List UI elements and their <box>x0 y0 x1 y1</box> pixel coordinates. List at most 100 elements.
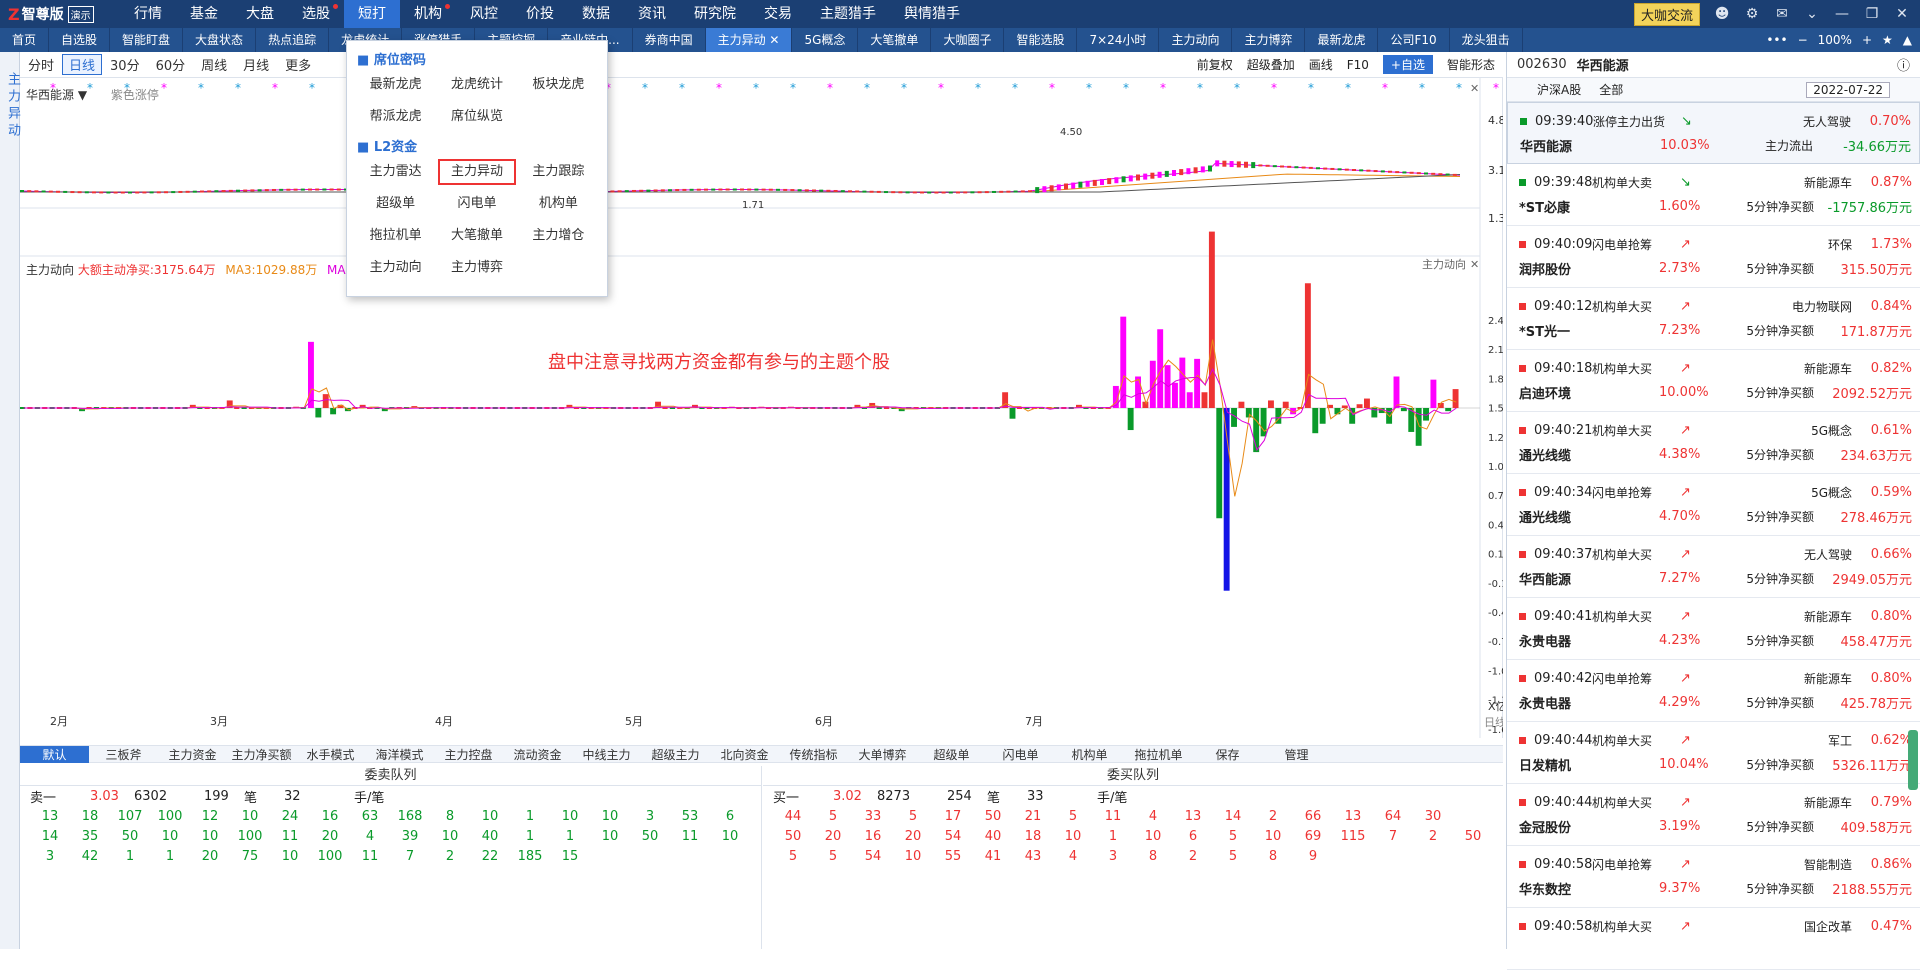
tab-13[interactable]: 大咖圈子 <box>931 28 1005 52</box>
indicator-tab-10[interactable]: 北向资金 <box>710 746 779 763</box>
popup-item-items2-3[interactable]: 超级单 <box>357 191 434 217</box>
popup-item-items1-0[interactable]: 最新龙虎 <box>357 72 434 98</box>
period-2[interactable]: 30分 <box>102 55 148 74</box>
alert-item[interactable]: 09:39:40 涨停主力出货 ↘ 无人驾驶 0.70% 华西能源 10.03% 主力流出 -3… <box>1507 102 1920 164</box>
date-picker[interactable]: 2022-07-22 <box>1806 81 1890 98</box>
exchange-button[interactable]: 大咖交流 <box>1633 2 1700 26</box>
tab-9[interactable]: 券商中国 <box>633 28 706 52</box>
popup-item-items2-9[interactable]: 主力动向 <box>357 255 434 281</box>
tab-0[interactable]: 首页 <box>0 28 50 52</box>
alert-item[interactable]: 09:40:18 机构单大买 ↗ 新能源车 0.82% 启迪环境 10.00% 5分钟净买额 2… <box>1507 350 1920 412</box>
alert-item[interactable]: 09:40:21 机构单大买 ↗ 5G概念 0.61% 通光线缆 4.38% 5分钟净买额 23… <box>1507 412 1920 474</box>
alert-item[interactable]: 09:40:44 机构单大买 ↗ 新能源车 0.79% 金冠股份 3.19% 5分钟净买额 40… <box>1507 784 1920 846</box>
alert-item[interactable]: 09:40:34 闪电单抢筹 ↗ 5G概念 0.59% 通光线缆 4.70% 5分钟净买额 27… <box>1507 474 1920 536</box>
alert-item[interactable]: 09:39:48 机构单大卖 ↘ 新能源车 0.87% *ST必康 1.60% 5分钟净买额 -… <box>1507 164 1920 226</box>
tab-4[interactable]: 热点追踪 <box>256 28 330 52</box>
popup-item-items2-7[interactable]: 大笔撤单 <box>438 223 515 249</box>
indicator-tab-8[interactable]: 中线主力 <box>572 746 641 763</box>
tab-3[interactable]: 大盘状态 <box>183 28 257 52</box>
popup-item-items1-4[interactable]: 席位纵览 <box>438 104 515 130</box>
indicator-tab-6[interactable]: 主力控盘 <box>434 746 503 763</box>
tab-15[interactable]: 7×24小时 <box>1077 28 1160 52</box>
popup-item-items2-8[interactable]: 主力增仓 <box>520 223 597 249</box>
menu-item-2[interactable]: 大盘 <box>232 0 288 28</box>
tab-19[interactable]: 公司F10 <box>1378 28 1450 52</box>
popup-item-items2-2[interactable]: 主力跟踪 <box>520 159 597 185</box>
close-icon[interactable]: ✕ <box>1894 6 1910 22</box>
indicator-tab-2[interactable]: 主力资金 <box>158 746 227 763</box>
indicator-tab-13[interactable]: 超级单 <box>917 746 986 763</box>
tab-10[interactable]: 主力异动 ✕ <box>705 28 793 52</box>
indicator-tab-15[interactable]: 机构单 <box>1055 746 1124 763</box>
tab-20[interactable]: 龙头狙击 <box>1450 28 1523 52</box>
menu-item-12[interactable]: 主题猎手 <box>806 0 890 28</box>
popup-item-items2-5[interactable]: 机构单 <box>520 191 597 217</box>
popup-item-items2-0[interactable]: 主力雷达 <box>357 159 434 185</box>
period-1[interactable]: 日线 <box>62 54 103 75</box>
zoom-in-icon[interactable]: + <box>1862 33 1872 47</box>
collapse-icon[interactable]: ⌄ <box>1804 6 1820 22</box>
indicator-tab-7[interactable]: 流动资金 <box>503 746 572 763</box>
alert-item[interactable]: 09:40:42 闪电单抢筹 ↗ 新能源车 0.80% 永贵电器 4.29% 5分钟净买额 42… <box>1507 660 1920 722</box>
alert-item[interactable]: 09:40:58 机构单大买 ↗ 国企改革 0.47% <box>1507 908 1920 970</box>
menu-item-1[interactable]: 基金 <box>176 0 232 28</box>
settings-icon[interactable]: ⚙ <box>1744 6 1760 22</box>
favorite-icon[interactable]: ★ <box>1882 33 1893 47</box>
menu-item-4[interactable]: 短打 <box>344 0 400 28</box>
type-select[interactable]: 全部 <box>1599 81 1623 98</box>
menu-item-0[interactable]: 行情 <box>120 0 176 28</box>
tab-11[interactable]: 5G概念 <box>792 28 859 52</box>
indicator-tab-12[interactable]: 大单博弈 <box>848 746 917 763</box>
menu-item-7[interactable]: 价投 <box>512 0 568 28</box>
restore-icon[interactable]: ❐ <box>1864 6 1880 22</box>
alert-item[interactable]: 09:40:12 机构单大买 ↗ 电力物联网 0.84% *ST光一 7.23% 5分钟净买额… <box>1507 288 1920 350</box>
indicator-tab-0[interactable]: 默认 <box>20 745 89 763</box>
period-right-3[interactable]: F10 <box>1347 58 1369 72</box>
period-right-4[interactable]: +自选 <box>1382 55 1433 74</box>
menu-item-11[interactable]: 交易 <box>750 0 806 28</box>
period-4[interactable]: 周线 <box>193 55 235 74</box>
tab-16[interactable]: 主力动向 <box>1159 28 1233 52</box>
period-right-0[interactable]: 前复权 <box>1197 56 1233 73</box>
zoom-out-icon[interactable]: − <box>1798 33 1808 47</box>
alert-item[interactable]: 09:40:58 闪电单抢筹 ↗ 智能制造 0.86% 华东数控 9.37% 5分钟净买额 21… <box>1507 846 1920 908</box>
menu-item-3[interactable]: 选股 <box>288 0 344 28</box>
tab-17[interactable]: 主力博弈 <box>1232 28 1306 52</box>
menu-item-6[interactable]: 风控 <box>456 0 512 28</box>
indicator-tab-14[interactable]: 闪电单 <box>986 746 1055 763</box>
tab-close-icon[interactable]: ✕ <box>766 33 779 47</box>
more-icon[interactable]: ••• <box>1766 33 1787 47</box>
popup-item-items1-2[interactable]: 板块龙虎 <box>520 72 597 98</box>
popup-item-items2-1[interactable]: 主力异动 <box>438 159 516 185</box>
dropdown-icon[interactable]: ▼ <box>78 88 87 102</box>
pin-icon[interactable]: ▲ <box>1903 33 1912 47</box>
tab-1[interactable]: 自选股 <box>49 28 111 52</box>
tab-14[interactable]: 智能选股 <box>1004 28 1078 52</box>
indicator-tab-1[interactable]: 三板斧 <box>89 746 158 763</box>
popup-item-items1-3[interactable]: 帮派龙虎 <box>357 104 434 130</box>
user-icon[interactable]: ☻ <box>1714 6 1730 22</box>
indicator-tab-18[interactable]: 管理 <box>1262 746 1331 763</box>
menu-item-5[interactable]: 机构 <box>400 0 456 28</box>
menu-item-8[interactable]: 数据 <box>568 0 624 28</box>
alert-item[interactable]: 09:40:44 机构单大买 ↗ 军工 0.62% 日发精机 10.04% 5分钟净买额 532… <box>1507 722 1920 784</box>
alert-item[interactable]: 09:40:41 机构单大买 ↗ 新能源车 0.80% 永贵电器 4.23% 5分钟净买额 45… <box>1507 598 1920 660</box>
indicator-tab-17[interactable]: 保存 <box>1193 746 1262 763</box>
tab-12[interactable]: 大笔撤单 <box>858 28 932 52</box>
alert-item[interactable]: 09:40:09 闪电单抢筹 ↗ 环保 1.73% 润邦股份 2.73% 5分钟净买额 315.… <box>1507 226 1920 288</box>
period-right-2[interactable]: 画线 <box>1309 56 1333 73</box>
tab-2[interactable]: 智能盯盘 <box>110 28 184 52</box>
indicator-tab-5[interactable]: 海洋模式 <box>365 746 434 763</box>
period-0[interactable]: 分时 <box>20 55 62 74</box>
alert-item[interactable]: 09:40:37 机构单大买 ↗ 无人驾驶 0.66% 华西能源 7.27% 5分钟净买额 29… <box>1507 536 1920 598</box>
tab-18[interactable]: 最新龙虎 <box>1305 28 1379 52</box>
indicator-tab-16[interactable]: 拖拉机单 <box>1124 746 1193 763</box>
popup-item-items2-10[interactable]: 主力博弈 <box>438 255 515 281</box>
message-icon[interactable]: ✉ <box>1774 6 1790 22</box>
indicator-tab-4[interactable]: 水手模式 <box>296 746 365 763</box>
indicator-tab-11[interactable]: 传统指标 <box>779 746 848 763</box>
info-icon[interactable]: ⓘ <box>1897 55 1910 74</box>
menu-item-9[interactable]: 资讯 <box>624 0 680 28</box>
market-select[interactable]: 沪深A股 <box>1537 81 1581 98</box>
popup-item-items2-4[interactable]: 闪电单 <box>438 191 515 217</box>
